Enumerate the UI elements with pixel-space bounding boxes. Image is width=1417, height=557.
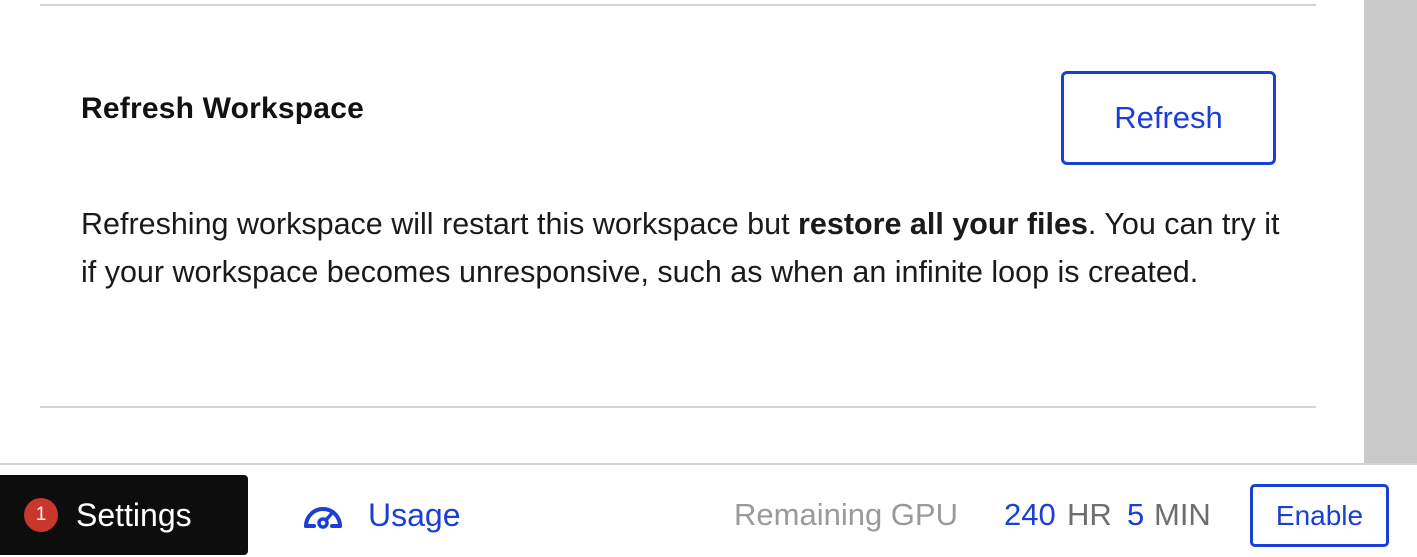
gpu-hours-unit: HR bbox=[1067, 497, 1112, 532]
notification-badge: 1 bbox=[24, 498, 58, 532]
gauge-icon bbox=[304, 507, 342, 529]
usage-label: Usage bbox=[368, 496, 461, 533]
enable-gpu-button[interactable]: Enable bbox=[1250, 484, 1389, 547]
divider bbox=[40, 406, 1316, 408]
usage-tab[interactable]: Usage bbox=[302, 487, 461, 543]
divider bbox=[40, 4, 1316, 6]
gpu-hours-value: 240 bbox=[1004, 497, 1056, 532]
refresh-description: Refreshing workspace will restart this w… bbox=[81, 200, 1301, 296]
gpu-minutes-value: 5 bbox=[1127, 497, 1145, 532]
gpu-minutes-unit: MIN bbox=[1154, 497, 1211, 532]
settings-tab[interactable]: 1 Settings bbox=[0, 475, 248, 555]
workspace-settings-screen: Refresh Workspace Refresh Refreshing wor… bbox=[0, 0, 1417, 557]
refresh-workspace-title: Refresh Workspace bbox=[81, 92, 364, 125]
remaining-gpu-label: Remaining GPU bbox=[734, 497, 958, 532]
description-emphasis: restore all your files bbox=[798, 207, 1088, 241]
settings-panel: Refresh Workspace Refresh Refreshing wor… bbox=[0, 0, 1364, 463]
bottom-status-bar: 1 Settings Usage Remaining GPU 240 HR 5 … bbox=[0, 463, 1417, 557]
description-text: Refreshing workspace will restart this w… bbox=[81, 207, 799, 241]
settings-label: Settings bbox=[76, 496, 192, 533]
refresh-button[interactable]: Refresh bbox=[1061, 71, 1276, 165]
scrollbar-track[interactable] bbox=[1364, 0, 1417, 463]
